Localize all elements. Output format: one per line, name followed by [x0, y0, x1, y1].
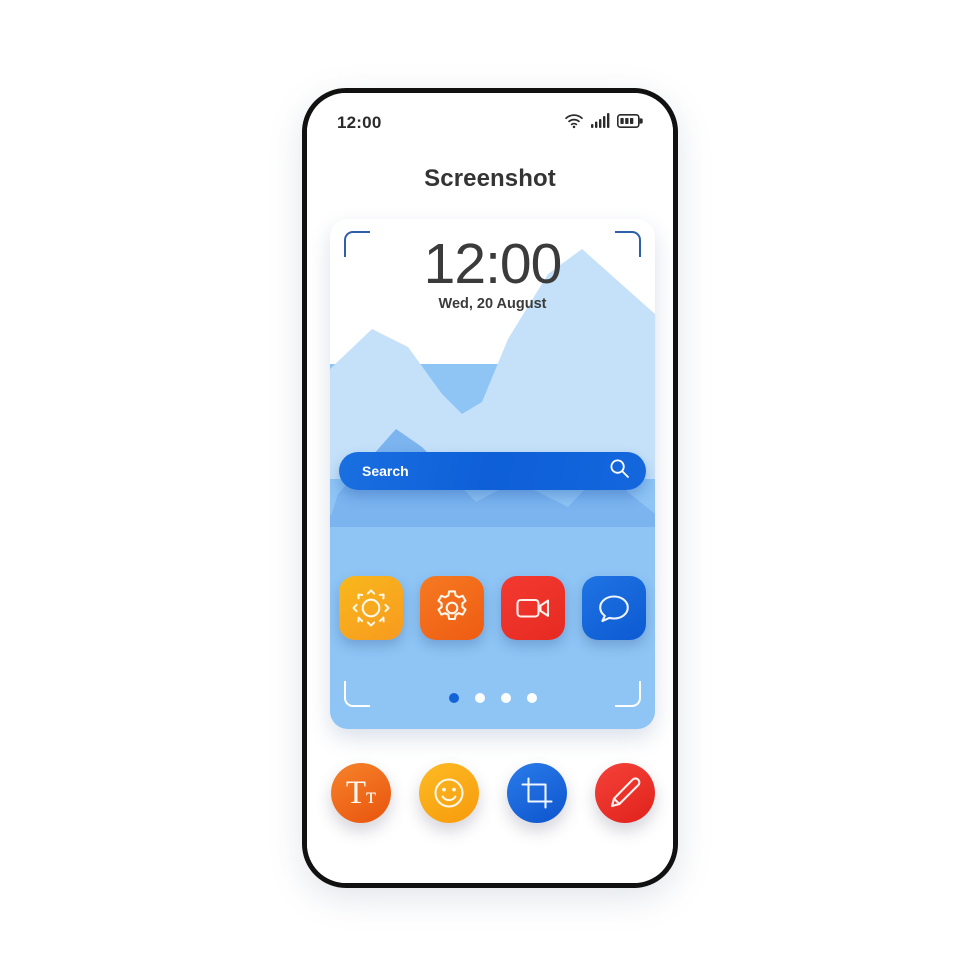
crop-bracket-top-left-icon	[344, 231, 370, 257]
emoji-tool-button[interactable]	[419, 763, 479, 823]
text-icon-small-t: т	[366, 782, 377, 808]
video-camera-icon	[516, 598, 550, 618]
weather-app-icon[interactable]	[339, 576, 403, 640]
phone-screen: 12:00 Screenshot 12:00 Wed, 20 August Se…	[307, 93, 673, 883]
wifi-icon	[564, 113, 584, 134]
video-app-icon[interactable]	[501, 576, 565, 640]
search-input-placeholder: Search	[362, 463, 409, 479]
clock-time: 12:00	[423, 232, 563, 296]
page-dot-4[interactable]	[526, 693, 537, 703]
gear-icon	[437, 590, 467, 621]
edit-toolbar: Tт	[331, 763, 655, 823]
smiley-icon	[434, 778, 464, 808]
page-dot-3[interactable]	[500, 693, 511, 703]
search-icon[interactable]	[609, 458, 630, 484]
draw-tool-button[interactable]	[595, 763, 655, 823]
page-indicator-dots	[330, 693, 655, 703]
text-tool-button[interactable]: Tт	[331, 763, 391, 823]
phone-frame: 12:00 Screenshot 12:00 Wed, 20 August Se…	[302, 88, 678, 888]
crop-icon	[521, 777, 553, 809]
app-icon-row	[339, 576, 646, 640]
text-icon-big-t: T	[345, 774, 367, 811]
page-title: Screenshot	[424, 165, 556, 192]
chat-bubble-icon	[599, 595, 629, 623]
battery-icon	[617, 113, 643, 133]
screenshot-canvas: 12:00 Screenshot 12:00 Wed, 20 August Se…	[0, 0, 980, 980]
pencil-icon	[610, 777, 641, 808]
screenshot-preview-card[interactable]: 12:00 Wed, 20 August Search	[330, 219, 655, 729]
chat-app-icon[interactable]	[582, 576, 646, 640]
crop-bracket-top-right-icon	[615, 231, 641, 257]
cellular-signal-icon	[591, 113, 610, 133]
search-bar[interactable]: Search	[339, 452, 646, 490]
lockscreen-clock: 12:00 Wed, 20 August	[330, 235, 655, 312]
sun-icon	[352, 589, 390, 627]
status-bar-icons	[564, 113, 643, 134]
text-icon: Tт	[345, 774, 377, 811]
settings-app-icon[interactable]	[420, 576, 484, 640]
status-bar-time: 12:00	[337, 113, 382, 132]
clock-date: Wed, 20 August	[438, 296, 547, 313]
status-bar: 12:00	[307, 111, 673, 135]
page-dot-2[interactable]	[474, 693, 485, 703]
page-dot-1[interactable]	[448, 693, 459, 703]
crop-tool-button[interactable]	[507, 763, 567, 823]
